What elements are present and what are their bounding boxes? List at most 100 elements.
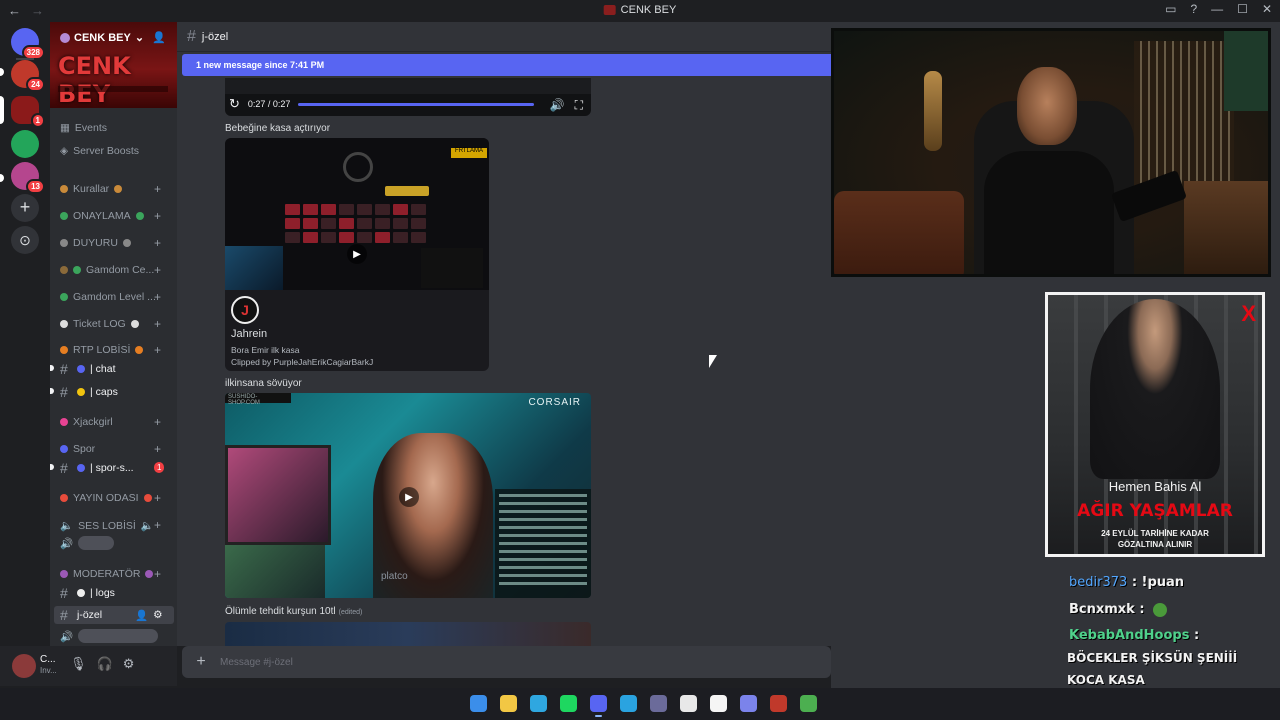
megaphone-icon bbox=[60, 239, 68, 247]
help-icon[interactable]: ? bbox=[1190, 2, 1197, 16]
server-name-header[interactable]: CENK BEY ⌄ 👤 bbox=[60, 31, 166, 44]
category-spor[interactable]: Spor bbox=[60, 443, 95, 455]
channel-chat[interactable]: # | chat bbox=[50, 361, 116, 377]
chrome-icon[interactable] bbox=[680, 695, 697, 712]
add-channel-icon[interactable]: + bbox=[154, 518, 161, 532]
play-icon[interactable]: ▶ bbox=[399, 487, 419, 507]
streamer-webcam bbox=[831, 28, 1271, 277]
volume-icon[interactable]: 🔊 bbox=[550, 98, 565, 113]
headphones-icon[interactable]: 🎧 bbox=[97, 656, 113, 672]
embed-author[interactable]: Jahrein bbox=[231, 328, 267, 340]
category-rtp-lobisi[interactable]: RTP LOBİSİ bbox=[60, 344, 144, 356]
server-icon-chiru[interactable]: 13 bbox=[11, 162, 45, 194]
server-icon-cenk-bey[interactable]: 1 bbox=[11, 96, 45, 128]
voice-participants[interactable]: 🔊 bbox=[60, 536, 115, 550]
minecraft-icon[interactable] bbox=[800, 695, 817, 712]
ad-line-1: Hemen Bahis Al bbox=[1108, 479, 1202, 494]
voicemeeter-icon[interactable] bbox=[770, 695, 787, 712]
video-embed-partial[interactable] bbox=[225, 622, 591, 646]
teams-icon[interactable] bbox=[740, 695, 757, 712]
add-server-icon[interactable]: + bbox=[11, 194, 39, 222]
windows-start-icon[interactable] bbox=[470, 695, 487, 712]
channel-emoji-icon bbox=[77, 365, 85, 373]
category-onaylama[interactable]: ONAYLAMA bbox=[60, 210, 144, 222]
server-icon-green[interactable] bbox=[11, 130, 39, 158]
video-player[interactable]: ↻ 0:27 / 0:27 🔊 ⛶ bbox=[225, 78, 591, 116]
minimize-icon[interactable]: — bbox=[1211, 2, 1223, 16]
purple-dot-icon bbox=[145, 570, 154, 578]
back-icon[interactable]: ← bbox=[8, 3, 21, 18]
channel-caps[interactable]: # | caps bbox=[50, 384, 118, 400]
add-channel-icon[interactable]: + bbox=[154, 236, 161, 250]
add-channel-icon[interactable]: + bbox=[154, 317, 161, 331]
gear-icon[interactable]: ⚙ bbox=[153, 609, 162, 621]
category-duyuru[interactable]: DUYURU bbox=[60, 237, 131, 249]
add-channel-icon[interactable]: + bbox=[154, 491, 161, 505]
category-ses-lobisi[interactable]: 🔈 SES LOBİSİ 🔈 bbox=[60, 519, 154, 533]
avatar[interactable] bbox=[12, 654, 36, 678]
attach-icon[interactable]: + bbox=[182, 653, 220, 671]
mention-badge: 1 bbox=[154, 462, 165, 473]
forward-icon[interactable]: → bbox=[31, 3, 44, 18]
discord-icon[interactable] bbox=[590, 695, 607, 717]
category-ticket-log[interactable]: Ticket LOG bbox=[60, 318, 139, 330]
spotify-icon[interactable] bbox=[560, 695, 577, 712]
add-channel-icon[interactable]: + bbox=[154, 442, 161, 456]
message-input[interactable]: + Message #j-özel bbox=[182, 646, 831, 678]
add-channel-icon[interactable]: + bbox=[154, 263, 161, 277]
clip-thumbnail[interactable]: FRTLAMA ▶ bbox=[225, 138, 489, 290]
selected-pill bbox=[0, 96, 4, 124]
boost-icon: ◈ bbox=[60, 145, 69, 157]
new-messages-banner[interactable]: 1 new message since 7:41 PM bbox=[182, 54, 831, 76]
server-banner[interactable]: CENK BEY ⌄ 👤 CENK BEY bbox=[50, 22, 177, 108]
category-gamdom-level[interactable]: Gamdom Level ... bbox=[60, 291, 156, 303]
hash-icon: # bbox=[60, 384, 68, 400]
add-channel-icon[interactable]: + bbox=[154, 415, 161, 429]
add-channel-icon[interactable]: + bbox=[154, 343, 161, 357]
edge-icon[interactable] bbox=[530, 695, 547, 712]
events-item[interactable]: ▦ Events bbox=[60, 122, 107, 134]
home-button[interactable]: 328 bbox=[11, 28, 45, 60]
category-moderator[interactable]: MODERATÖR bbox=[60, 568, 154, 580]
inbox-icon[interactable]: ▭ bbox=[1165, 2, 1176, 16]
webcam-overlay bbox=[225, 246, 283, 290]
telegram-icon[interactable] bbox=[620, 695, 637, 712]
fullscreen-icon[interactable]: ⛶ bbox=[575, 98, 583, 113]
hash-icon: # bbox=[60, 361, 68, 377]
banner-logo-text: CENK BEY bbox=[58, 52, 131, 108]
player-controls: ↻ 0:27 / 0:27 bbox=[229, 96, 535, 112]
mouse-cursor bbox=[709, 355, 717, 368]
invite-icon[interactable]: 👤 bbox=[152, 31, 166, 44]
category-xjackgirl[interactable]: Xjackgirl bbox=[60, 416, 113, 428]
settings-icon[interactable]: ⚙ bbox=[123, 656, 135, 672]
progress-bar[interactable] bbox=[298, 102, 535, 106]
category-yayin-odasi[interactable]: YAYIN ODASI bbox=[60, 492, 152, 504]
video-embed[interactable]: SUSHIDO-SHOP.COM CORSAIR platco ▶ bbox=[225, 393, 591, 598]
add-member-icon[interactable]: 👤 bbox=[135, 609, 148, 622]
add-channel-icon[interactable]: + bbox=[154, 182, 161, 196]
add-channel-icon[interactable]: + bbox=[154, 290, 161, 304]
stream-chat-line: bedir373 : !puan bbox=[1069, 575, 1185, 590]
ai-icon[interactable] bbox=[650, 695, 667, 712]
microphone-icon[interactable]: 🎙 bbox=[70, 656, 87, 672]
close-icon[interactable]: ✕ bbox=[1262, 2, 1272, 16]
category-gamdom-ce[interactable]: Gamdom Ce... bbox=[60, 264, 154, 276]
unread-pill bbox=[0, 68, 4, 76]
server-boosts-item[interactable]: ◈ Server Boosts bbox=[60, 145, 139, 157]
clip-embed[interactable]: FRTLAMA ▶ J Jahrein Bora Emir ilk kasa C… bbox=[225, 138, 489, 371]
channel-spor[interactable]: # | spor-s... bbox=[50, 460, 134, 476]
play-icon[interactable]: ▶ bbox=[347, 244, 367, 264]
server-icon-a[interactable]: 24 bbox=[11, 60, 45, 92]
notion-icon[interactable] bbox=[710, 695, 727, 712]
streamer-body bbox=[984, 151, 1114, 274]
channel-logs[interactable]: # | logs bbox=[60, 585, 115, 601]
add-channel-icon[interactable]: + bbox=[154, 567, 161, 581]
channel-j-ozel[interactable]: # j-özel 👤 ⚙ bbox=[54, 606, 174, 624]
voice-participants-2[interactable]: 🔊 bbox=[60, 629, 159, 643]
replay-icon[interactable]: ↻ bbox=[229, 96, 240, 112]
maximize-icon[interactable]: ☐ bbox=[1237, 2, 1248, 16]
category-kurallar[interactable]: Kurallar bbox=[60, 183, 123, 195]
add-channel-icon[interactable]: + bbox=[154, 209, 161, 223]
file-explorer-icon[interactable] bbox=[500, 695, 517, 712]
explore-icon[interactable]: ⊙ bbox=[11, 226, 39, 254]
